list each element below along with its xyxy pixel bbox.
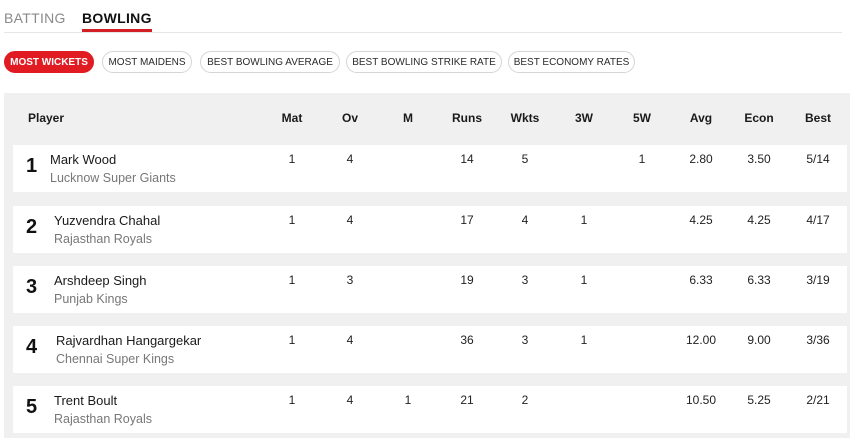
- col-avg: Avg: [689, 111, 713, 125]
- player-team: Lucknow Super Giants: [50, 171, 176, 185]
- cell-best: 5/14: [806, 152, 830, 166]
- cell-m: 1: [404, 393, 412, 407]
- player-team: Rajasthan Royals: [54, 412, 152, 426]
- col-player: Player: [28, 111, 65, 125]
- cell-mat: 1: [288, 333, 296, 347]
- cell-econ: 3.50: [747, 152, 771, 166]
- cell-w3: 1: [580, 273, 588, 287]
- player-rank: 4: [26, 336, 38, 358]
- player-name[interactable]: Yuzvendra Chahal: [54, 213, 160, 228]
- col-wkts: Wkts: [510, 111, 540, 125]
- cell-econ: 4.25: [747, 213, 771, 227]
- cell-ov: 4: [346, 152, 354, 166]
- table-row[interactable]: 5 Trent Boult Rajasthan Royals 1 4 1 21 2 10.50 5…: [13, 386, 847, 433]
- player-name[interactable]: Arshdeep Singh: [54, 273, 147, 288]
- col-m: M: [403, 111, 413, 125]
- player-rank: 3: [26, 276, 38, 298]
- cell-best: 4/17: [806, 213, 830, 227]
- player-rank: 2: [26, 216, 38, 238]
- cell-best: 3/19: [806, 273, 830, 287]
- cell-avg: 4.25: [689, 213, 713, 227]
- cell-ov: 3: [346, 273, 354, 287]
- cell-econ: 6.33: [747, 273, 771, 287]
- col-3w: 3W: [575, 111, 593, 125]
- player-rank: 5: [26, 396, 38, 418]
- col-runs: Runs: [452, 111, 482, 125]
- filter-best-bowling-strike-rate[interactable]: BEST BOWLING STRIKE RATE: [346, 51, 502, 73]
- player-team: Punjab Kings: [54, 292, 128, 306]
- filter-best-bowling-average[interactable]: BEST BOWLING AVERAGE: [200, 51, 340, 73]
- player-name[interactable]: Trent Boult: [54, 393, 117, 408]
- cell-wkts: 5: [521, 152, 529, 166]
- player-team: Rajasthan Royals: [54, 232, 152, 246]
- col-ov: Ov: [341, 111, 358, 125]
- stats-tabs: BATTING BOWLING: [4, 0, 842, 33]
- cell-avg: 6.33: [689, 273, 713, 287]
- cell-runs: 36: [460, 333, 474, 347]
- col-mat: Mat: [281, 111, 303, 125]
- col-econ: Econ: [744, 111, 774, 125]
- cell-wkts: 3: [521, 333, 529, 347]
- player-name[interactable]: Rajvardhan Hangargekar: [56, 333, 201, 348]
- cell-avg: 2.80: [689, 152, 713, 166]
- table-row[interactable]: 1 Mark Wood Lucknow Super Giants 1 4 14 5 1 2.80…: [13, 145, 847, 192]
- cell-runs: 19: [460, 273, 474, 287]
- cell-mat: 1: [288, 152, 296, 166]
- cell-w3: 1: [580, 213, 588, 227]
- tab-batting[interactable]: BATTING: [4, 10, 66, 26]
- player-team: Chennai Super Kings: [56, 352, 175, 366]
- cell-econ: 5.25: [747, 393, 771, 407]
- filter-most-maidens[interactable]: MOST MAIDENS: [102, 51, 192, 73]
- table-row[interactable]: 4 Rajvardhan Hangargekar Chennai Super Kin…: [13, 326, 847, 373]
- cell-runs: 17: [460, 213, 474, 227]
- cell-mat: 1: [288, 393, 296, 407]
- tab-bowling-label: BOWLING: [82, 10, 152, 26]
- cell-w3: 1: [580, 333, 588, 347]
- table-header: Player Mat Ov M Runs Wkts 3W 5W Avg Econ…: [4, 93, 850, 141]
- cell-runs: 21: [460, 393, 474, 407]
- player-rank: 1: [26, 155, 38, 177]
- cell-ov: 4: [346, 213, 354, 227]
- active-tab-indicator: [82, 29, 152, 32]
- cell-runs: 14: [460, 152, 474, 166]
- table-row[interactable]: 3 Arshdeep Singh Punjab Kings 1 3 19 3 1 6.33 6.3…: [13, 266, 847, 313]
- filter-best-economy-rates[interactable]: BEST ECONOMY RATES: [508, 51, 635, 73]
- cell-best: 3/36: [806, 333, 830, 347]
- cell-best: 2/21: [806, 393, 830, 407]
- player-name[interactable]: Mark Wood: [50, 152, 116, 167]
- cell-wkts: 2: [521, 393, 529, 407]
- cell-avg: 10.50: [685, 393, 717, 407]
- table-row[interactable]: 2 Yuzvendra Chahal Rajasthan Royals 1 4 17 4 1 4…: [13, 206, 847, 253]
- cell-econ: 9.00: [747, 333, 771, 347]
- cell-avg: 12.00: [685, 333, 717, 347]
- cell-w5: 1: [638, 152, 646, 166]
- filter-most-wickets[interactable]: MOST WICKETS: [4, 51, 94, 73]
- cell-mat: 1: [288, 273, 296, 287]
- cell-wkts: 3: [521, 273, 529, 287]
- cell-ov: 4: [346, 393, 354, 407]
- col-5w: 5W: [633, 111, 651, 125]
- cell-mat: 1: [288, 213, 296, 227]
- cell-wkts: 4: [521, 213, 529, 227]
- col-best: Best: [804, 111, 831, 125]
- cell-ov: 4: [346, 333, 354, 347]
- tab-bowling[interactable]: BOWLING: [82, 10, 152, 32]
